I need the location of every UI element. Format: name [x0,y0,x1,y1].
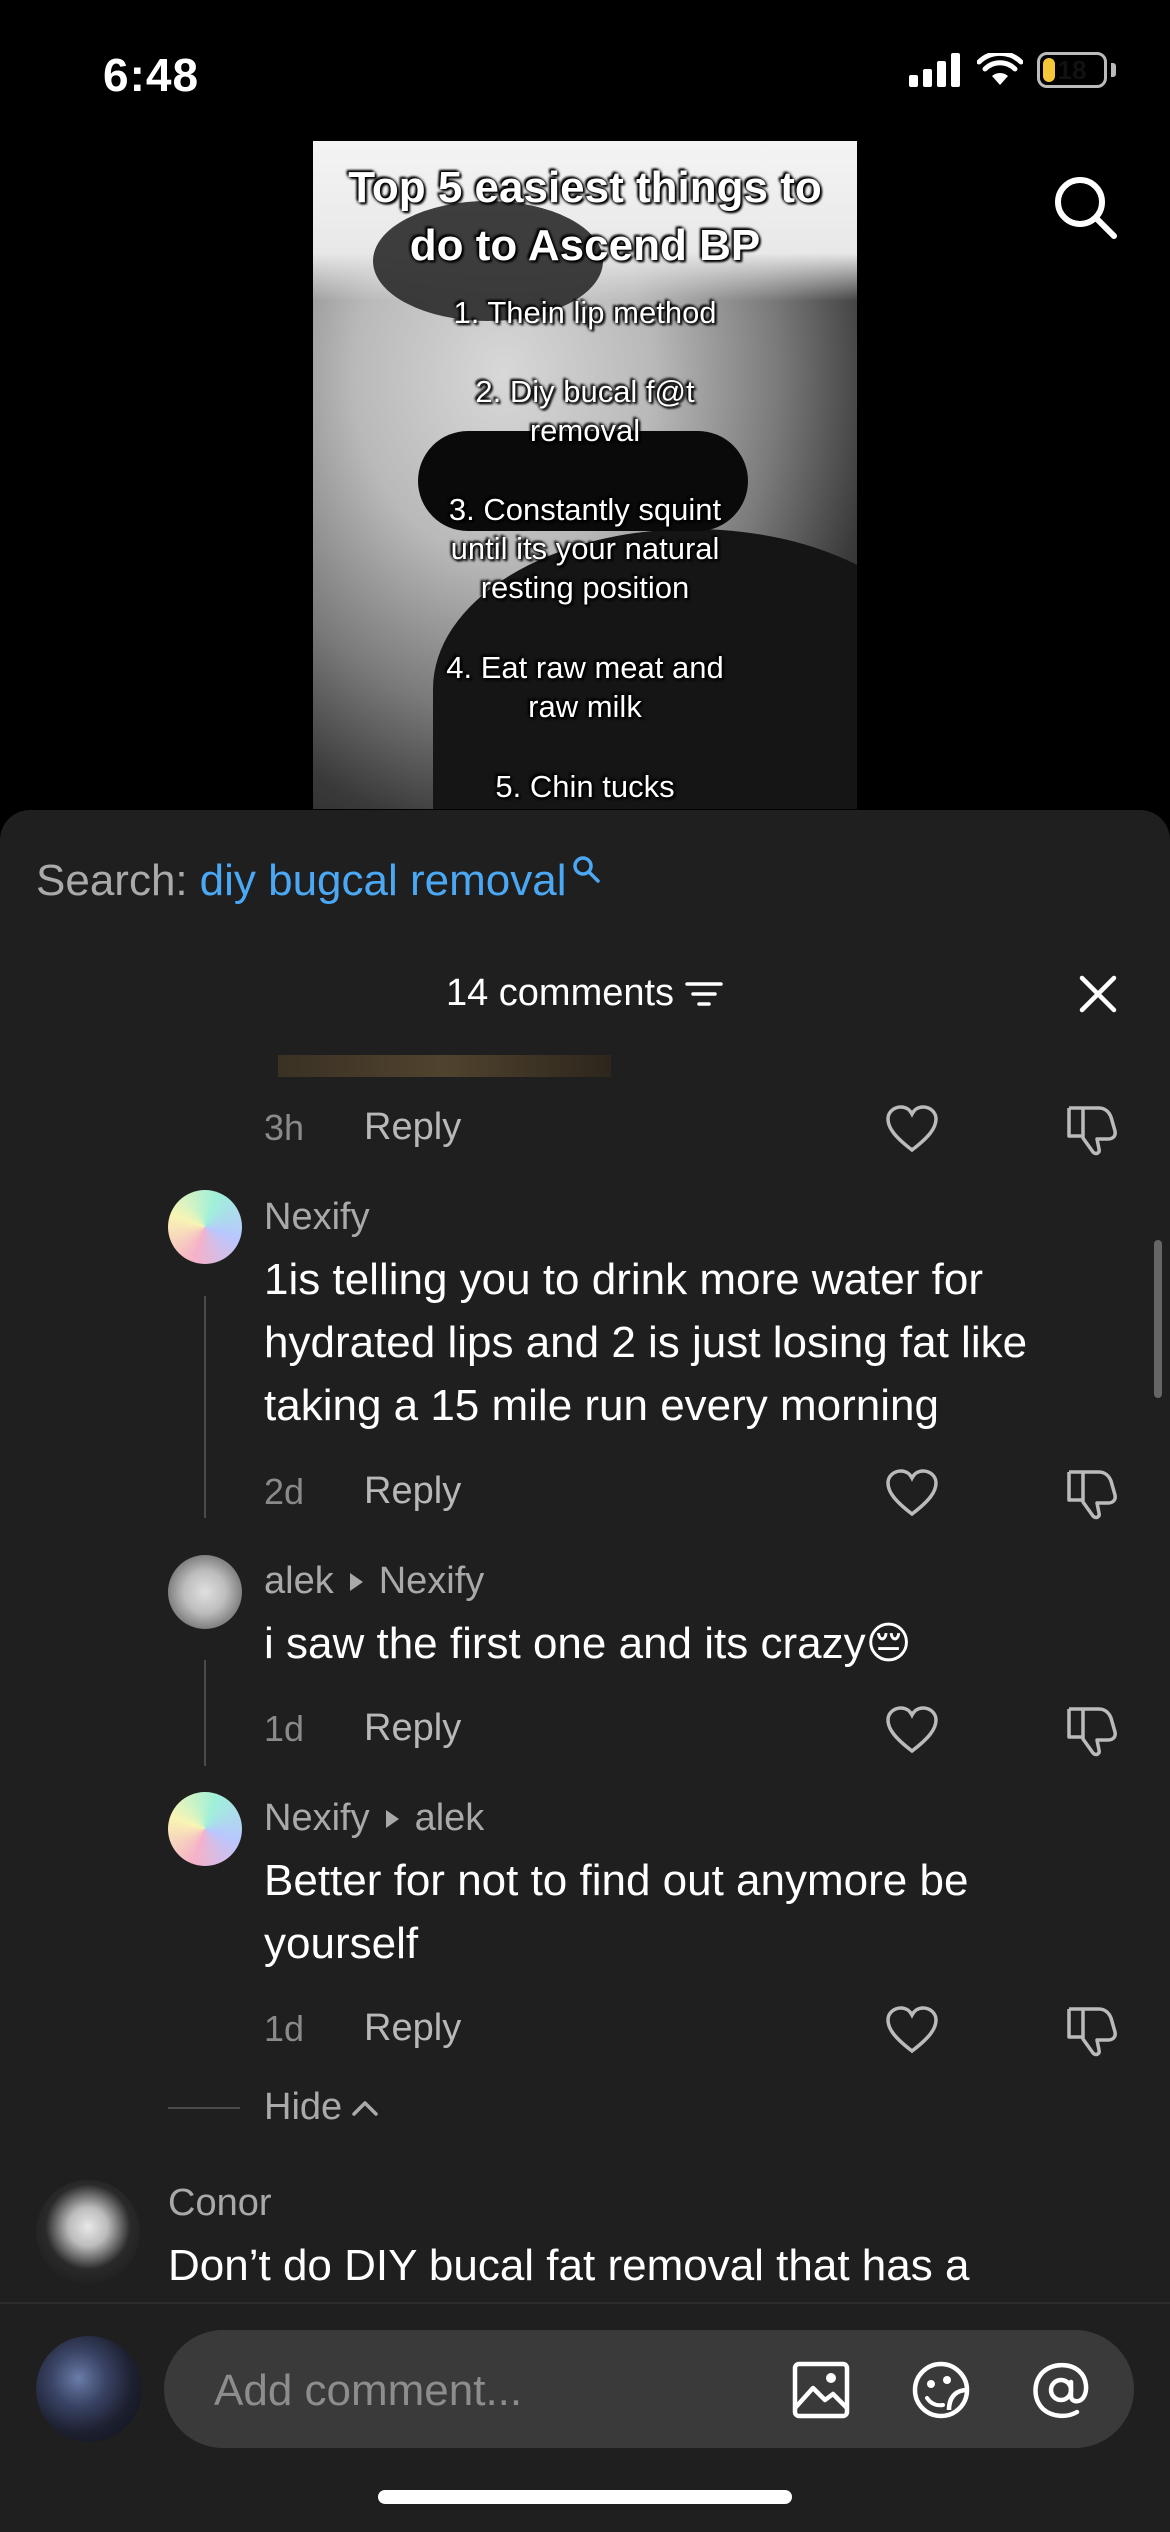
comments-header[interactable]: 14 comments [0,972,1170,1015]
reply-to-username[interactable]: alek [415,1797,485,1840]
heart-icon[interactable] [885,2005,939,2055]
sort-filter-icon[interactable] [684,979,724,1009]
reply-button[interactable]: Reply [364,2007,461,2050]
reply-button[interactable]: Reply [364,1106,461,1149]
battery-icon: 18 [1037,52,1107,88]
video-overlay-item-4: 4. Eat raw meat and raw milk [446,650,724,724]
hide-divider [168,2106,240,2109]
avatar[interactable] [168,1792,242,1866]
comment-meta: 2d Reply [264,1470,461,1513]
battery-level: 18 [1057,54,1087,85]
comment-sheet: Search: diy bugcal removal 14 comments 3… [0,810,1170,2532]
sticker-icon[interactable] [909,2358,973,2422]
status-bar: 6:48 18 [0,0,1170,140]
my-avatar[interactable] [36,2336,142,2442]
dislike-icon[interactable] [1065,1464,1119,1520]
mention-icon[interactable] [1029,2358,1093,2422]
comment-image-thumbnail[interactable] [278,1055,611,1077]
video-overlay-item-3: 3. Constantly squint until its your natu… [448,492,722,605]
comment-time: 1d [264,1707,305,1749]
comment-text: Better for not to find out anymore be yo… [264,1856,969,1968]
comment-meta: 3h Reply [264,1106,461,1149]
reply-button[interactable]: Reply [364,1470,461,1513]
scrollbar[interactable] [1154,1240,1162,1398]
avatar[interactable] [36,2180,140,2284]
comments-count: 14 comments [445,972,675,1014]
status-time: 6:48 [103,49,200,101]
hide-label[interactable]: Hide [264,2086,342,2129]
chevron-up-icon [352,2100,378,2116]
comment-username[interactable]: Nexify alek [264,1797,484,1840]
search-icon[interactable] [1050,172,1120,242]
search-label: Search: [36,856,188,905]
status-icons: 18 [909,52,1116,88]
comment-input[interactable]: Add comment... [164,2330,1134,2448]
comment-text: i saw the first one and its crazy😔 [264,1619,912,1668]
username-label[interactable]: alek [264,1560,334,1603]
hide-replies-button[interactable]: Hide [168,2086,380,2129]
heart-icon[interactable] [885,1705,939,1755]
comment-username[interactable]: Conor [168,2182,272,2225]
comment-meta: 1d Reply [264,2007,461,2050]
video-overlay-item-5: 5. Chin tucks [495,769,675,804]
avatar[interactable] [168,1555,242,1629]
video-overlay-item-2: 2. Diy bucal f@t removal [475,374,695,448]
avatar[interactable] [168,1190,242,1264]
comment-time: 2d [264,1470,305,1512]
dislike-icon[interactable] [1065,1701,1119,1757]
video-overlay-title: Top 5 easiest things to do to Ascend BP [348,163,822,270]
dislike-icon[interactable] [1065,1100,1119,1156]
comment-time: 3h [264,1106,305,1148]
comment-username[interactable]: alek Nexify [264,1560,484,1603]
close-icon[interactable] [1074,970,1122,1018]
video-overlay-item-1: 1. Thein lip method [453,295,717,330]
comment-username[interactable]: Nexify [264,1196,370,1239]
username-label[interactable]: Nexify [264,1797,370,1840]
wifi-icon [977,53,1023,85]
search-suggestion[interactable]: Search: diy bugcal removal [36,856,601,906]
dislike-icon[interactable] [1065,2001,1119,2057]
comment-input-placeholder[interactable]: Add comment... [214,2366,522,2416]
reply-to-username[interactable]: Nexify [379,1560,485,1603]
battery-nub [1111,63,1116,77]
reply-arrow-icon [385,1809,399,1828]
heart-icon[interactable] [885,1104,939,1154]
username-label[interactable]: Nexify [264,1196,370,1239]
comment-text: 1is telling you to drink more water for … [264,1255,1028,1430]
thread-line [204,1660,206,1766]
video-preview[interactable]: Top 5 easiest things to do to Ascend BP … [313,141,857,809]
comment-time: 1d [264,2007,305,2049]
comment-meta: 1d Reply [264,1707,461,1750]
heart-icon[interactable] [885,1468,939,1518]
reply-button[interactable]: Reply [364,1707,461,1750]
home-indicator[interactable] [378,2490,792,2504]
image-icon[interactable] [789,2358,853,2422]
cellular-signal-icon [909,53,960,87]
comment-text: Don’t do DIY bucal fat removal that has … [168,2241,970,2290]
thread-line [204,1296,206,1518]
reply-arrow-icon [349,1572,363,1591]
search-query-link[interactable]: diy bugcal removal [200,856,567,906]
search-small-icon [572,856,600,883]
username-label[interactable]: Conor [168,2182,272,2225]
